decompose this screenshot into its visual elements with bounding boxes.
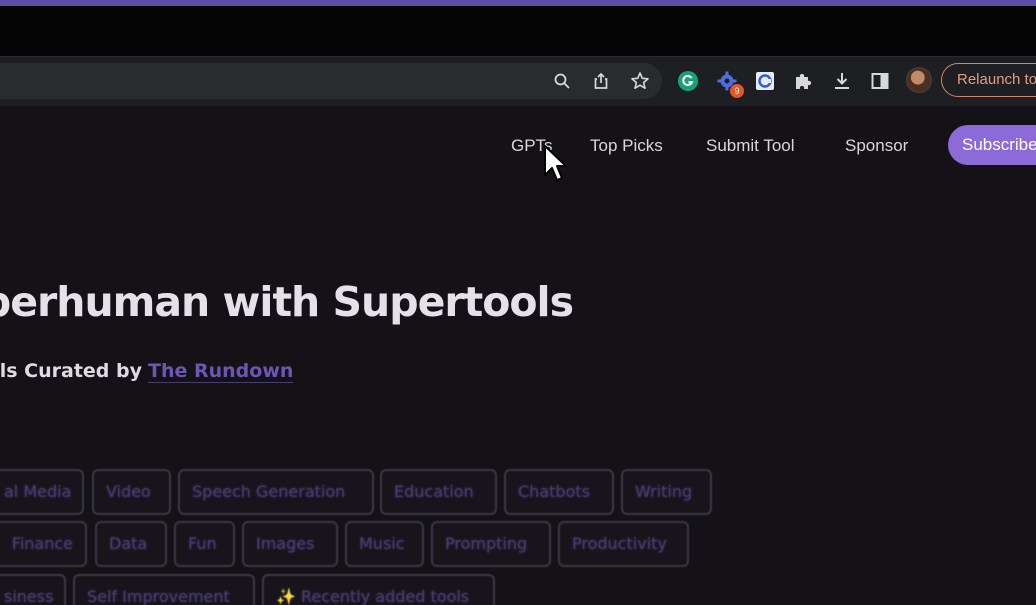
the-rundown-link[interactable]: The Rundown: [148, 360, 294, 383]
category-images[interactable]: Images: [242, 521, 338, 567]
category-business[interactable]: siness: [0, 574, 66, 605]
subscribe-button[interactable]: Subscribe: [948, 125, 1036, 165]
category-data[interactable]: Data: [95, 521, 167, 567]
category-music[interactable]: Music: [345, 521, 424, 567]
category-chatbots[interactable]: Chatbots: [504, 469, 614, 515]
grammarly-icon[interactable]: [675, 68, 701, 94]
nav-sponsor[interactable]: Sponsor: [845, 136, 908, 156]
profile-avatar[interactable]: [906, 67, 932, 93]
nav-submit-tool[interactable]: Submit Tool: [706, 136, 795, 156]
category-education[interactable]: Education: [380, 469, 497, 515]
hero-title-wrap: perhuman with Supertools: [0, 278, 1036, 338]
category-social-media[interactable]: al Media: [0, 469, 84, 515]
category-prompting[interactable]: Prompting: [431, 521, 551, 567]
extension-badge: 9: [730, 84, 744, 98]
relaunch-button[interactable]: Relaunch to: [941, 63, 1036, 97]
extension-gear-icon[interactable]: 9: [714, 68, 744, 98]
category-fun[interactable]: Fun: [174, 521, 235, 567]
bookmark-star-icon[interactable]: [627, 68, 653, 94]
download-icon[interactable]: [829, 68, 855, 94]
zoom-icon[interactable]: [549, 68, 575, 94]
side-panel-icon[interactable]: [867, 68, 893, 94]
category-finance[interactable]: Finance: [0, 521, 87, 567]
category-writing[interactable]: Writing: [621, 469, 712, 515]
mouse-cursor-icon: [544, 145, 567, 181]
category-productivity[interactable]: Productivity: [558, 521, 689, 567]
category-video[interactable]: Video: [92, 469, 171, 515]
category-speech-generation[interactable]: Speech Generation: [178, 469, 374, 515]
extension-c-icon[interactable]: [752, 68, 778, 94]
nav-top-picks[interactable]: Top Picks: [590, 136, 663, 156]
hero-subtitle-prefix: ls Curated by: [0, 360, 142, 382]
puzzle-extensions-icon[interactable]: [790, 68, 816, 94]
tab-strip: [0, 6, 1036, 56]
share-icon[interactable]: [588, 68, 614, 94]
hero-title: perhuman with Supertools: [0, 278, 574, 326]
category-self-improvement[interactable]: Self Improvement: [73, 574, 255, 605]
category-recently-added[interactable]: ✨ Recently added tools: [262, 574, 495, 605]
hero-subtitle: ls Curated by The Rundown: [0, 358, 300, 392]
